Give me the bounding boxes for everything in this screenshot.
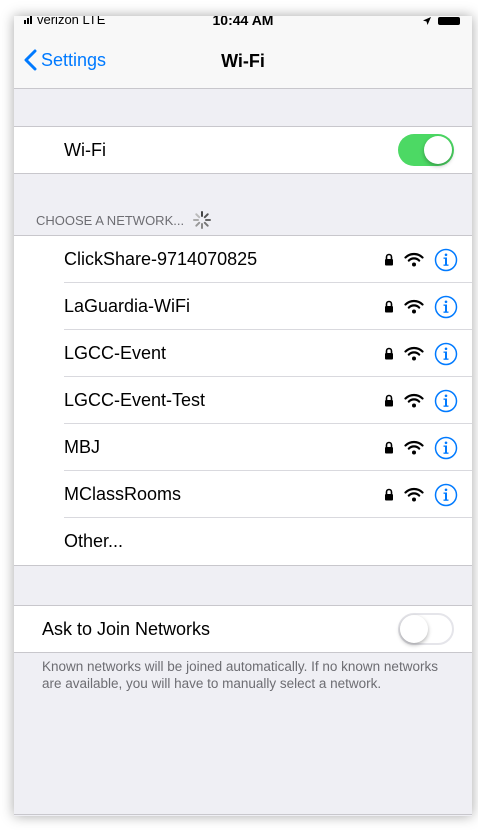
lock-icon xyxy=(384,253,394,266)
network-name: LGCC-Event-Test xyxy=(64,390,206,410)
network-row[interactable]: LGCC-Event-Test xyxy=(14,377,472,424)
lock-icon xyxy=(384,488,394,501)
ask-to-join-label: Ask to Join Networks xyxy=(42,618,211,639)
info-icon[interactable] xyxy=(434,248,458,272)
ask-to-join-row: Ask to Join Networks xyxy=(14,606,472,652)
network-row[interactable]: MClassRooms xyxy=(14,471,472,518)
wifi-icon xyxy=(404,487,424,502)
info-icon[interactable] xyxy=(434,436,458,460)
status-bar: verizon LTE 10:44 AM xyxy=(14,16,472,36)
page-title: Wi-Fi xyxy=(221,51,265,71)
network-name: ClickShare-9714070825 xyxy=(64,249,258,269)
other-network-label: Other... xyxy=(64,531,124,551)
location-arrow-icon xyxy=(423,17,431,25)
network-icons xyxy=(384,471,458,518)
network-name: MClassRooms xyxy=(64,484,182,504)
network-name: LGCC-Event xyxy=(64,343,167,363)
ask-to-join-group: Ask to Join Networks xyxy=(14,605,472,653)
lock-icon xyxy=(384,300,394,313)
navigation-bar: Settings Wi-Fi xyxy=(14,36,472,89)
info-icon[interactable] xyxy=(434,483,458,507)
screenshot-frame: verizon LTE 10:44 AM Settings Wi-Fi Wi-F… xyxy=(0,0,478,830)
divider xyxy=(14,814,472,815)
info-icon[interactable] xyxy=(434,342,458,366)
status-time: 10:44 AM xyxy=(212,16,274,28)
toggle-knob xyxy=(400,615,428,643)
wifi-icon xyxy=(404,440,424,455)
section-header-label: CHOOSE A NETWORK... xyxy=(36,212,185,228)
status-right xyxy=(422,16,460,26)
battery-icon xyxy=(438,17,460,25)
network-row[interactable]: MBJ xyxy=(14,424,472,471)
network-icons xyxy=(384,377,458,424)
lock-icon xyxy=(384,394,394,407)
network-name: MBJ xyxy=(64,437,100,457)
spinner-icon xyxy=(193,211,212,229)
lock-icon xyxy=(384,441,394,454)
phone-screen: verizon LTE 10:44 AM Settings Wi-Fi Wi-F… xyxy=(14,16,472,816)
wifi-toggle-group: Wi-Fi xyxy=(14,126,472,174)
lock-icon xyxy=(384,347,394,360)
info-icon[interactable] xyxy=(434,389,458,413)
network-icons xyxy=(384,283,458,330)
network-name: LaGuardia-WiFi xyxy=(64,296,191,316)
networks-list: ClickShare-9714070825 LaGuardia-WiFi LGC… xyxy=(14,235,472,566)
network-row[interactable]: LGCC-Event xyxy=(14,330,472,377)
wifi-icon xyxy=(404,252,424,267)
ask-to-join-switch[interactable] xyxy=(398,613,454,645)
wifi-toggle-row: Wi-Fi xyxy=(14,127,472,173)
toggle-knob xyxy=(424,136,452,164)
network-row[interactable]: ClickShare-9714070825 xyxy=(14,236,472,283)
info-icon[interactable] xyxy=(434,295,458,319)
wifi-toggle-switch[interactable] xyxy=(398,134,454,166)
wifi-icon xyxy=(404,393,424,408)
network-icons xyxy=(384,330,458,377)
network-icons xyxy=(384,236,458,283)
network-icons xyxy=(384,424,458,471)
ask-to-join-footer: Known networks will be joined automatica… xyxy=(42,659,438,691)
networks-section-header: CHOOSE A NETWORK... xyxy=(36,210,212,230)
other-network-row[interactable]: Other... xyxy=(14,518,472,565)
wifi-toggle-label: Wi-Fi xyxy=(64,139,106,160)
wifi-icon xyxy=(404,299,424,314)
network-row[interactable]: LaGuardia-WiFi xyxy=(14,283,472,330)
wifi-icon xyxy=(404,346,424,361)
